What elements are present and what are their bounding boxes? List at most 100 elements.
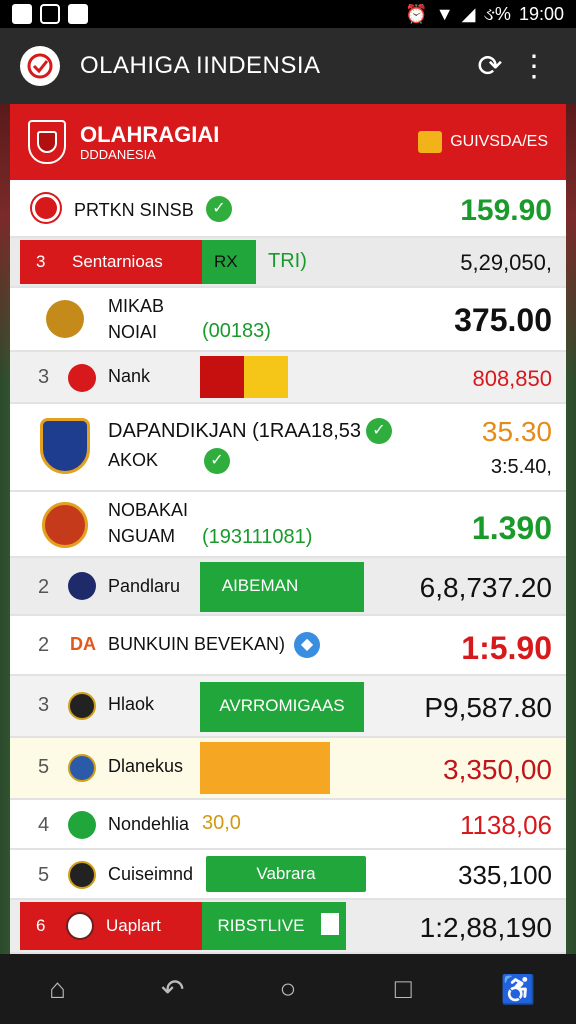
team-name: Cuiseimnd	[108, 864, 194, 884]
league-crest	[28, 120, 66, 164]
team-name: Uaplart	[106, 916, 161, 935]
team-value: 1:5.90	[461, 630, 552, 666]
team-name: Hlaok	[108, 694, 155, 714]
team-tag: (193111081)	[202, 526, 313, 548]
form-bar-red	[200, 356, 244, 398]
team-name: NOBAKAI	[108, 500, 189, 520]
rank-number: 4	[38, 814, 50, 836]
status-bar: ⏰ ▼ ◢ ઙ% 19:00	[0, 0, 576, 28]
more-vert-icon[interactable]: ⋮	[512, 49, 556, 84]
list-item[interactable]: 3 Sentarnioas RX TRI) 5,29,050,	[10, 238, 566, 288]
team-subname: NGUAM	[108, 526, 175, 546]
battery-level: ઙ%	[483, 3, 511, 24]
team-logo	[68, 692, 96, 720]
team-abbr: DA	[70, 634, 96, 654]
league-title: OLAHRAGIAI	[80, 121, 220, 147]
status-label: RIBSTLIVE	[217, 916, 305, 935]
team-value: 1.390	[471, 510, 552, 546]
team-subname: AKOK	[108, 450, 159, 470]
team-name: Dlanekus	[108, 756, 184, 776]
list-item[interactable]: 2 Pandlaru AIBEMAN 6,8,737.20	[10, 558, 566, 616]
standings-card: OLAHRAGIAI DDDANESIA GUIVSDA/ES PRTKN SI…	[10, 104, 566, 954]
status-label: Vabrara	[256, 864, 316, 883]
signal-icon: ◢	[461, 3, 476, 24]
list-item[interactable]: NOBAKAI NGUAM (193111081) 1.390	[10, 492, 566, 558]
photo-notification-icon	[40, 4, 60, 24]
home-icon[interactable]: ⌂	[28, 973, 88, 1005]
team-name: Pandlaru	[108, 576, 181, 596]
list-item[interactable]: 3 Hlaok AVRROMIGAAS P9,587.80	[10, 676, 566, 738]
list-item[interactable]: DAPANDIKJAN (1RAA18,53 ✓ AKOK ✓ 35.30 3:…	[10, 404, 566, 492]
team-value: 335,100	[458, 860, 552, 890]
verified-icon: ✓	[206, 196, 232, 222]
app-title: OLAHIGA IINDENSIA	[80, 52, 321, 79]
list-item[interactable]: 5 Dlanekus 3,350,00	[10, 738, 566, 800]
header-link-label: GUIVSDA/ES	[450, 133, 548, 150]
team-logo	[66, 912, 94, 940]
team-logo	[42, 502, 88, 548]
team-value: 159.90	[460, 194, 552, 227]
folder-icon	[418, 131, 443, 153]
rank-number: 2	[38, 634, 50, 656]
team-logo	[68, 364, 96, 392]
verified-icon: ◆	[294, 632, 320, 658]
rank-number: 5	[38, 864, 50, 886]
team-value: P9,587.80	[424, 692, 552, 723]
team-subname: NOIAI	[108, 322, 158, 342]
rank-number: 3	[38, 694, 50, 716]
team-name: Nondehlia	[108, 814, 190, 834]
team-value-secondary: 3:5.40,	[490, 456, 552, 478]
list-item[interactable]: PRTKN SINSB ✓ 159.90	[10, 180, 566, 238]
team-name: MIKAB	[108, 296, 165, 316]
list-item[interactable]: 5 Cuiseimnd Vabrara 335,100	[10, 850, 566, 900]
circle-home-icon[interactable]: ○	[258, 973, 318, 1005]
league-subtitle: DDDANESIA	[80, 146, 156, 162]
team-name: BUNKUIN BEVEKAN)	[108, 634, 286, 654]
back-icon[interactable]: ↶	[143, 973, 203, 1006]
list-item[interactable]: 3 Nank 808,850	[10, 352, 566, 404]
list-item[interactable]: MIKAB NOIAI (00183) 375.00	[10, 288, 566, 352]
team-value: 35.30	[481, 416, 552, 447]
team-logo	[40, 418, 90, 474]
recents-icon[interactable]: □	[373, 973, 433, 1005]
team-value: 5,29,050,	[460, 250, 552, 275]
team-logo	[46, 300, 84, 338]
app-notification-icon	[68, 4, 88, 24]
team-value: 6,8,737.20	[419, 572, 552, 603]
team-value: 808,850	[472, 366, 552, 391]
list-item[interactable]: 4 Nondehlia 30,0 1138,06	[10, 800, 566, 850]
rank-number: 5	[38, 756, 50, 778]
team-name: Sentarnioas	[72, 252, 163, 271]
stadium-background: OLAHRAGIAI DDDANESIA GUIVSDA/ES PRTKN SI…	[0, 104, 576, 954]
team-name: Nank	[108, 366, 151, 386]
list-item[interactable]: 6 Uaplart RIBSTLIVE 1:2,88,190	[10, 900, 566, 954]
status-label: AVRROMIGAAS	[219, 696, 345, 715]
status-badge: RX	[214, 252, 238, 271]
alarm-icon: ⏰	[405, 3, 428, 24]
team-name: DAPANDIKJAN (1RAA18,53	[108, 420, 362, 442]
league-header: OLAHRAGIAI DDDANESIA GUIVSDA/ES	[10, 104, 566, 180]
accessibility-icon[interactable]: ♿	[488, 973, 548, 1006]
header-link[interactable]: GUIVSDA/ES	[418, 131, 548, 153]
team-tag: 30,0	[202, 812, 241, 834]
app-logo[interactable]	[20, 46, 60, 86]
image-notification-icon	[12, 4, 32, 24]
form-bar-yellow	[244, 356, 288, 398]
team-value: 1:2,88,190	[419, 912, 552, 943]
clock: 19:00	[518, 3, 564, 24]
team-value: 1138,06	[459, 810, 552, 840]
rank-number: 3	[38, 366, 50, 388]
team-value: 3,350,00	[443, 754, 552, 785]
list-item[interactable]: 2 DA BUNKUIN BEVEKAN) ◆ 1:5.90	[10, 616, 566, 676]
wifi-icon: ▼	[435, 3, 454, 24]
verified-icon: ✓	[204, 448, 230, 474]
form-bar-orange	[200, 742, 330, 794]
team-logo	[68, 811, 96, 839]
app-bar: OLAHIGA IINDENSIA ⟳ ⋮	[0, 28, 576, 104]
refresh-icon[interactable]: ⟳	[468, 49, 512, 84]
team-logo	[68, 572, 96, 600]
team-logo	[32, 194, 60, 222]
rank-number: 3	[36, 252, 46, 271]
team-tag: (00183)	[202, 320, 271, 342]
team-logo	[68, 861, 96, 889]
